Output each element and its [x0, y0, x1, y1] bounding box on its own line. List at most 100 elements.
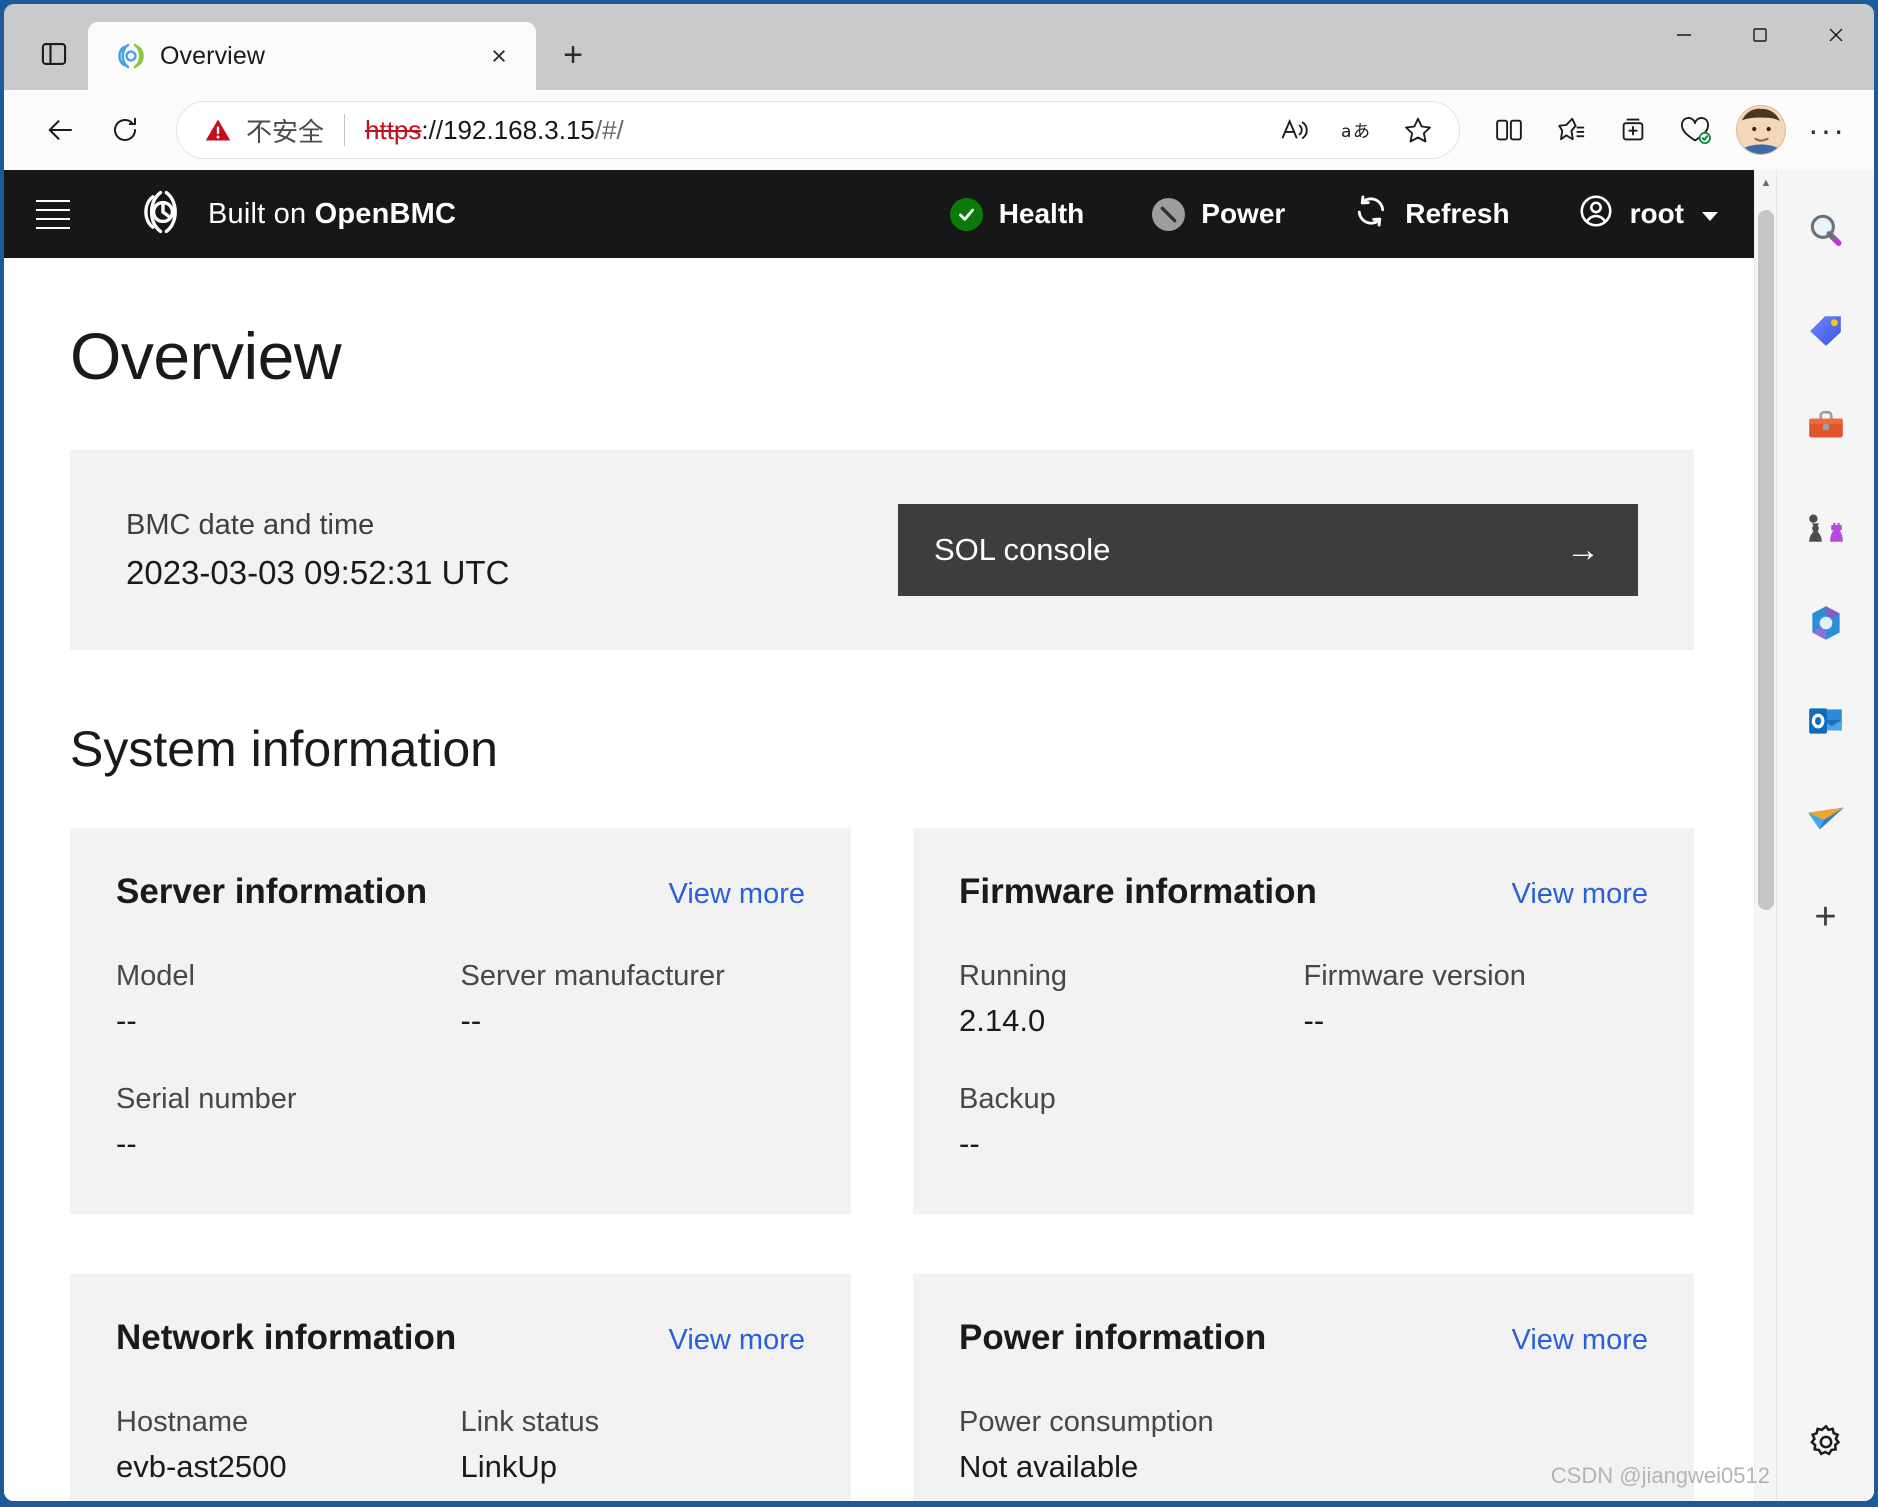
tab-title: Overview: [160, 41, 265, 70]
collections-icon[interactable]: [1604, 101, 1662, 159]
browser-more-button[interactable]: ···: [1798, 101, 1856, 159]
openbmc-app-header: Built on OpenBMC Health Power Refresh ro…: [4, 170, 1754, 258]
sol-console-button[interactable]: SOL console →: [898, 504, 1638, 596]
outlook-icon[interactable]: [1793, 688, 1859, 754]
system-information-heading: System information: [70, 721, 498, 777]
power-view-more-link[interactable]: View more: [1512, 1324, 1648, 1357]
card-fields: Model -- Server manufacturer -- Serial n…: [116, 960, 805, 1162]
field-label: Hostname: [116, 1406, 249, 1438]
card-title: Firmware information: [959, 872, 1317, 911]
gear-icon[interactable]: [1793, 1409, 1859, 1475]
back-button[interactable]: [32, 101, 90, 159]
url-host: 192.168.3.15: [443, 114, 595, 145]
menu-hamburger-icon[interactable]: [36, 191, 82, 237]
refresh-icon: [1353, 193, 1389, 236]
security-warning-button[interactable]: 不安全: [203, 112, 324, 149]
user-menu[interactable]: root: [1544, 170, 1754, 258]
translate-icon[interactable]: a あ: [1327, 101, 1385, 159]
games-icon[interactable]: [1793, 492, 1859, 558]
field-link-status: Link status LinkUp: [461, 1406, 806, 1485]
field-label: Server manufacturer: [460, 960, 725, 992]
url-separator: ://: [421, 114, 444, 145]
server-view-more-link[interactable]: View more: [669, 878, 805, 911]
read-aloud-icon[interactable]: [1265, 101, 1323, 159]
add-sidebar-app-button[interactable]: +: [1793, 884, 1859, 950]
designer-paper-plane-icon[interactable]: [1793, 786, 1859, 852]
bmc-datetime-card: BMC date and time 2023-03-03 09:52:31 UT…: [70, 450, 1694, 650]
network-view-more-link[interactable]: View more: [669, 1324, 805, 1357]
maximize-button[interactable]: [1722, 4, 1798, 66]
scroll-up-arrow-icon[interactable]: ▲: [1755, 172, 1777, 194]
shopping-tag-icon[interactable]: [1793, 296, 1859, 362]
field-power-consumption: Power consumption Not available: [959, 1406, 1304, 1485]
field-value: Not available: [959, 1449, 1139, 1484]
bmc-datetime-block: BMC date and time 2023-03-03 09:52:31 UT…: [126, 509, 509, 592]
page-scrollbar[interactable]: ▲: [1754, 170, 1776, 1501]
address-divider: [344, 114, 346, 146]
server-information-card: Server information View more Model -- Se…: [70, 828, 851, 1214]
split-screen-icon[interactable]: [1480, 101, 1538, 159]
field-value: --: [116, 1126, 137, 1161]
field-empty: [1304, 1406, 1649, 1485]
field-running: Running 2.14.0: [959, 960, 1304, 1039]
field-label: Backup: [959, 1083, 1056, 1115]
field-firmware-version: Firmware version --: [1304, 960, 1649, 1039]
field-value: 2.14.0: [959, 1003, 1046, 1038]
minimize-button[interactable]: [1646, 4, 1722, 66]
card-title: Network information: [116, 1318, 457, 1357]
openbmc-brand[interactable]: Built on OpenBMC: [136, 185, 456, 244]
web-page-viewport: Built on OpenBMC Health Power Refresh ro…: [4, 170, 1754, 1501]
url-scheme: https: [365, 114, 422, 145]
chevron-down-icon: [1700, 198, 1720, 230]
health-status[interactable]: Health: [916, 170, 1119, 258]
card-header: Server information View more: [116, 872, 805, 912]
field-server-manufacturer: Server manufacturer --: [461, 960, 806, 1039]
microsoft-365-icon[interactable]: [1793, 590, 1859, 656]
firmware-view-more-link[interactable]: View more: [1512, 878, 1648, 911]
url-text: https://192.168.3.15/#/: [365, 115, 624, 146]
openbmc-favicon-icon: [114, 40, 146, 72]
power-label: Power: [1201, 198, 1286, 229]
field-label: Running: [959, 960, 1068, 992]
reload-button[interactable]: [96, 101, 154, 159]
field-value: --: [116, 1003, 137, 1038]
bmc-datetime-value: 2023-03-03 09:52:31 UTC: [126, 553, 510, 591]
card-header: Firmware information View more: [959, 872, 1648, 912]
power-status[interactable]: Power: [1118, 170, 1319, 258]
field-empty: [461, 1083, 806, 1162]
favorites-icon[interactable]: [1542, 101, 1600, 159]
favorite-star-icon[interactable]: [1389, 101, 1447, 159]
field-label: Serial number: [116, 1083, 297, 1115]
field-label: Link status: [460, 1406, 600, 1438]
tab-close-icon[interactable]: ×: [480, 37, 518, 75]
page-title: Overview: [70, 319, 342, 393]
sol-console-label: SOL console: [934, 532, 1111, 567]
search-icon[interactable]: [1793, 198, 1859, 264]
close-window-button[interactable]: [1798, 4, 1874, 66]
browser-essentials-icon[interactable]: [1666, 101, 1724, 159]
svg-text:あ: あ: [1353, 122, 1370, 142]
power-information-card: Power information View more Power consum…: [913, 1274, 1694, 1501]
user-circle-icon: [1578, 193, 1614, 236]
refresh-button[interactable]: Refresh: [1319, 170, 1543, 258]
card-fields: Hostname evb-ast2500 Link status LinkUp: [116, 1406, 805, 1485]
tab-actions-button[interactable]: [26, 26, 82, 82]
window-controls: [1646, 4, 1874, 90]
svg-text:a: a: [1341, 122, 1351, 142]
profile-avatar[interactable]: [1736, 105, 1786, 155]
field-value: evb-ast2500: [116, 1449, 287, 1484]
firmware-information-card: Firmware information View more Running 2…: [913, 828, 1694, 1214]
edge-sidebar: +: [1776, 170, 1874, 1501]
scrollbar-thumb[interactable]: [1758, 210, 1774, 910]
field-value: LinkUp: [460, 1449, 558, 1484]
content-area: Built on OpenBMC Health Power Refresh ro…: [4, 170, 1874, 1501]
power-off-icon: [1152, 197, 1186, 231]
tools-briefcase-icon[interactable]: [1793, 394, 1859, 460]
browser-window: Overview × + 不安全 https://192.168.3.15/#/…: [0, 0, 1878, 1507]
address-bar[interactable]: 不安全 https://192.168.3.15/#/ a あ: [176, 101, 1460, 159]
navigation-toolbar: 不安全 https://192.168.3.15/#/ a あ ···: [4, 90, 1874, 170]
health-label: Health: [998, 198, 1085, 229]
page-inner: Overview BMC date and time 2023-03-03 09…: [4, 258, 1754, 1501]
browser-tab[interactable]: Overview ×: [88, 22, 536, 90]
new-tab-button[interactable]: +: [548, 30, 598, 80]
